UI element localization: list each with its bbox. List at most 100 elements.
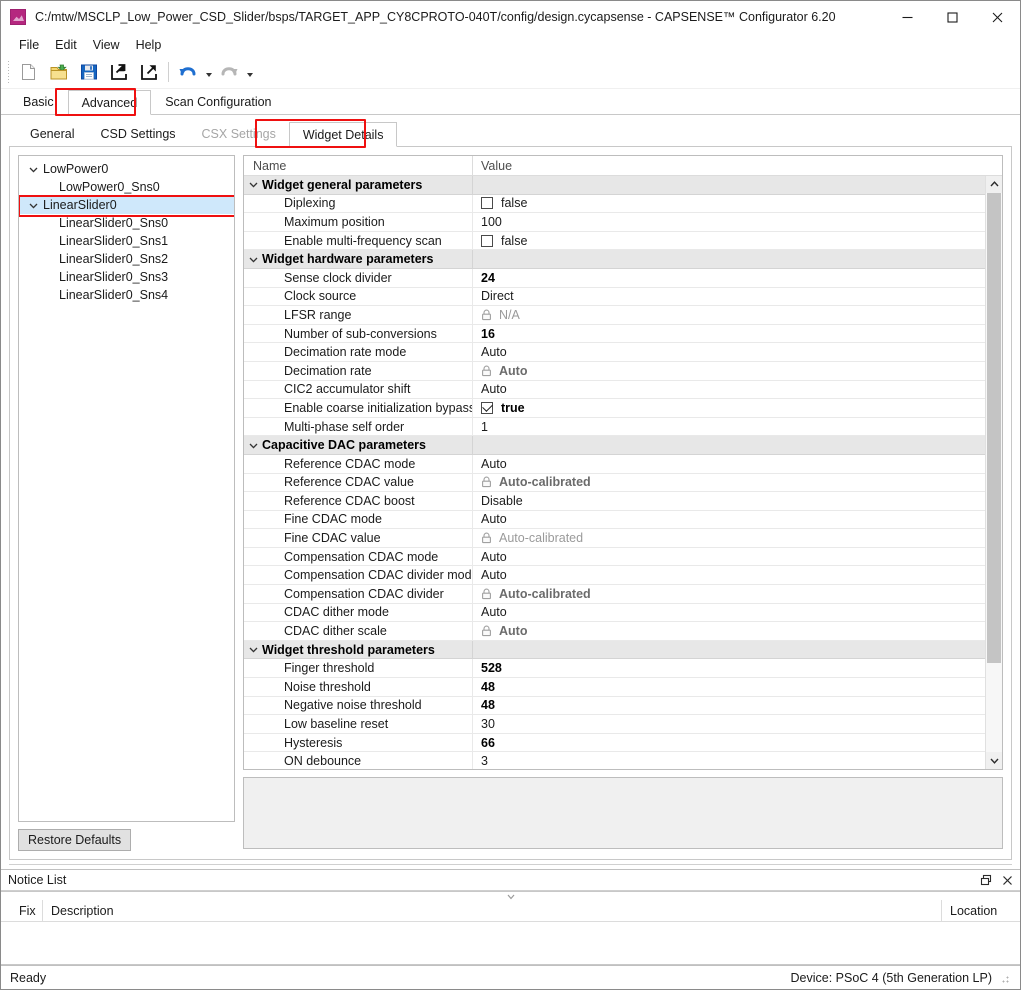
property-row[interactable]: Low baseline reset 30 <box>244 715 985 734</box>
property-value-cell[interactable]: Disable <box>473 492 985 510</box>
property-value-cell[interactable]: 66 <box>473 734 985 752</box>
property-value-cell[interactable]: 1 <box>473 418 985 436</box>
save-icon[interactable] <box>74 58 104 86</box>
column-header-description[interactable]: Description <box>43 899 942 922</box>
property-value-cell[interactable]: 528 <box>473 659 985 677</box>
column-header-location[interactable]: Location <box>942 900 1020 922</box>
scroll-down-arrow-icon[interactable] <box>986 752 1002 769</box>
new-file-icon[interactable] <box>14 58 44 86</box>
property-value-cell[interactable]: Auto <box>473 511 985 529</box>
widget-tree[interactable]: LowPower0 LowPower0_Sns0 LinearSlider0 L… <box>18 155 235 822</box>
property-row[interactable]: Reference CDAC boost Disable <box>244 492 985 511</box>
tree-node-linearslider0-sns0[interactable]: LinearSlider0_Sns0 <box>19 214 234 232</box>
property-row[interactable]: Clock source Direct <box>244 287 985 307</box>
tab-basic[interactable]: Basic <box>9 89 68 114</box>
tree-node-linearslider0-sns2[interactable]: LinearSlider0_Sns2 <box>19 250 234 268</box>
tree-node-linearslider0[interactable]: LinearSlider0 <box>19 196 234 214</box>
property-row[interactable]: Multi-phase self order 1 <box>244 417 985 437</box>
property-row[interactable]: Noise threshold 48 <box>244 678 985 697</box>
menu-help[interactable]: Help <box>128 36 170 54</box>
property-row[interactable]: Number of sub-conversions 16 <box>244 324 985 344</box>
property-value-cell[interactable]: Direct <box>473 288 985 306</box>
property-value-cell[interactable]: 3 <box>473 752 985 769</box>
property-value-cell[interactable]: 100 <box>473 213 985 231</box>
property-row[interactable]: LFSR range N/A <box>244 306 985 325</box>
checkbox-icon[interactable] <box>481 197 493 210</box>
tree-node-linearslider0-sns4[interactable]: LinearSlider0_Sns4 <box>19 286 234 304</box>
property-value-cell[interactable]: Auto <box>473 362 985 380</box>
property-value-cell[interactable]: Auto <box>473 622 985 640</box>
property-row[interactable]: Decimation rate Auto <box>244 361 985 381</box>
tab-widget-details[interactable]: Widget Details <box>288 122 398 147</box>
property-category-row[interactable]: Widget general parameters <box>244 176 985 195</box>
column-header-name[interactable]: Name <box>244 156 473 176</box>
scrollbar-thumb[interactable] <box>987 193 1001 663</box>
redo-dropdown-chevron-down-icon[interactable] <box>244 58 255 86</box>
tab-general[interactable]: General <box>17 121 87 146</box>
property-value-cell[interactable]: N/A <box>473 306 985 324</box>
property-row[interactable]: Maximum position 100 <box>244 213 985 232</box>
chevron-down-icon[interactable] <box>25 200 41 211</box>
export-icon[interactable] <box>134 58 164 86</box>
property-value-cell[interactable]: 24 <box>473 269 985 287</box>
resize-grip-icon[interactable] <box>998 971 1010 984</box>
restore-defaults-button[interactable]: Restore Defaults <box>18 829 132 851</box>
chevron-down-icon[interactable] <box>25 164 41 175</box>
property-value-cell[interactable]: 30 <box>473 715 985 733</box>
property-row[interactable]: CDAC dither mode Auto <box>244 603 985 623</box>
tree-node-lowpower0[interactable]: LowPower0 <box>19 160 234 178</box>
property-value-cell[interactable]: Auto <box>473 381 985 399</box>
import-icon[interactable] <box>104 58 134 86</box>
close-notice-list-icon[interactable] <box>999 872 1015 888</box>
property-value-cell[interactable]: Auto-calibrated <box>473 585 985 603</box>
undo-icon[interactable] <box>173 58 203 86</box>
chevron-down-icon[interactable] <box>244 440 262 451</box>
property-row[interactable]: Compensation CDAC divider Auto-calibrated <box>244 585 985 604</box>
property-row[interactable]: ON debounce 3 <box>244 752 985 769</box>
property-value-cell[interactable]: Auto <box>473 566 985 584</box>
tab-csd-settings[interactable]: CSD Settings <box>87 121 188 146</box>
property-row[interactable]: Reference CDAC value Auto-calibrated <box>244 473 985 493</box>
property-value-cell[interactable]: Auto <box>473 343 985 361</box>
tree-node-linearslider0-sns1[interactable]: LinearSlider0_Sns1 <box>19 232 234 250</box>
tab-scan-configuration[interactable]: Scan Configuration <box>151 89 285 114</box>
property-value-cell[interactable]: 48 <box>473 678 985 696</box>
chevron-down-icon[interactable] <box>244 644 262 655</box>
property-row[interactable]: Hysteresis 66 <box>244 733 985 753</box>
scroll-up-arrow-icon[interactable] <box>986 176 1002 193</box>
undo-dropdown-chevron-down-icon[interactable] <box>203 58 214 86</box>
open-folder-icon[interactable] <box>44 58 74 86</box>
menu-file[interactable]: File <box>11 36 47 54</box>
column-header-fix[interactable]: Fix <box>1 899 43 922</box>
chevron-down-icon[interactable] <box>244 179 262 190</box>
maximize-button[interactable] <box>930 1 975 34</box>
property-value-cell[interactable]: Auto <box>473 455 985 473</box>
column-header-value[interactable]: Value <box>473 159 1002 173</box>
checkbox-icon[interactable] <box>481 401 493 414</box>
tree-node-lowpower0-sns0[interactable]: LowPower0_Sns0 <box>19 178 234 196</box>
property-value-cell[interactable]: 48 <box>473 697 985 715</box>
property-value-cell[interactable]: Auto <box>473 604 985 622</box>
toolbar-grip[interactable] <box>5 61 12 83</box>
property-row[interactable]: Reference CDAC mode Auto <box>244 454 985 474</box>
property-row[interactable]: CIC2 accumulator shift Auto <box>244 380 985 400</box>
property-value-cell[interactable]: true <box>473 399 985 417</box>
property-row[interactable]: Diplexing false <box>244 194 985 214</box>
property-row[interactable]: Negative noise threshold 48 <box>244 696 985 716</box>
menu-view[interactable]: View <box>85 36 128 54</box>
checkbox-icon[interactable] <box>481 234 493 247</box>
property-row[interactable]: Sense clock divider 24 <box>244 268 985 288</box>
scrollbar-track[interactable] <box>986 193 1002 752</box>
property-row[interactable]: Enable coarse initialization bypass true <box>244 399 985 418</box>
property-row[interactable]: Finger threshold 528 <box>244 659 985 679</box>
menu-edit[interactable]: Edit <box>47 36 85 54</box>
property-category-row[interactable]: Widget threshold parameters <box>244 640 985 660</box>
property-value-cell[interactable]: false <box>473 195 985 213</box>
undock-icon[interactable] <box>978 872 994 888</box>
property-category-row[interactable]: Capacitive DAC parameters <box>244 436 985 455</box>
property-row[interactable]: Compensation CDAC divider mode Auto <box>244 566 985 586</box>
chevron-down-icon[interactable] <box>244 254 262 265</box>
tree-node-linearslider0-sns3[interactable]: LinearSlider0_Sns3 <box>19 268 234 286</box>
property-row[interactable]: Decimation rate mode Auto <box>244 343 985 362</box>
property-category-row[interactable]: Widget hardware parameters <box>244 250 985 269</box>
